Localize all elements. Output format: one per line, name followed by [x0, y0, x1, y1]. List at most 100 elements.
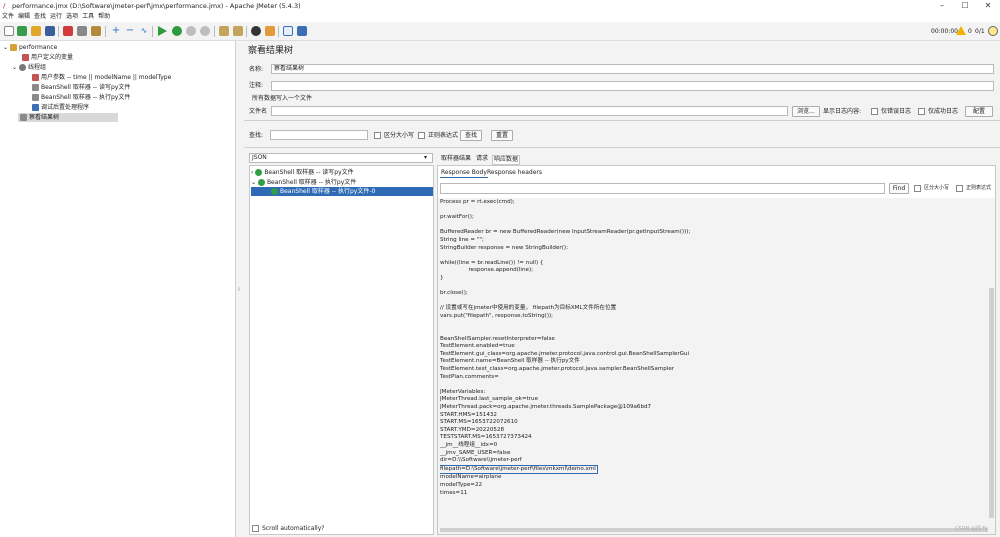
tree-node-beanshell-rw[interactable]: BeanShell 取样器 -- 读写py文件 [32, 83, 130, 92]
renderer-select[interactable]: JSON [249, 153, 433, 163]
code-line: START.MS=1653722072610 [440, 419, 518, 426]
tree-node-thread-group[interactable]: ⌄ 线程组 [12, 63, 46, 72]
browse-button[interactable]: 浏览... [792, 106, 820, 117]
warning-icon[interactable] [956, 26, 966, 35]
tree-node-user-params[interactable]: 用户参数 -- time || modelName || modelType [32, 73, 171, 82]
start-icon[interactable] [158, 26, 167, 36]
menu-options[interactable]: 选项 [64, 12, 80, 22]
jmeter-logo-icon: / [3, 2, 6, 10]
minimize-button[interactable]: – [932, 0, 952, 12]
filename-label: 文件名 [249, 108, 268, 115]
tree-node-debug-postprocessor[interactable]: 调试后置处理程序 [32, 103, 89, 112]
chevron-down-icon[interactable]: ⌄ [12, 64, 19, 71]
reset-button[interactable]: 重置 [491, 130, 513, 141]
maximize-button[interactable]: ☐ [955, 0, 975, 12]
paste-icon[interactable] [91, 26, 101, 36]
search-label: 查找: [249, 132, 264, 139]
code-line: modelName=airplane [440, 474, 502, 481]
result-item-selected[interactable]: BeanShell 取样器 -- 执行py文件-0 [251, 187, 433, 196]
horizontal-scrollbar[interactable] [440, 528, 988, 532]
comment-field[interactable] [271, 81, 994, 91]
view-results-panel: 察看结果树 名称: 察看结果树 注释: 所有数据写入一个文件 文件名 浏览...… [244, 41, 1000, 537]
menu-run[interactable]: 运行 [48, 12, 64, 22]
templates-icon[interactable] [17, 26, 27, 36]
vertical-scrollbar[interactable] [989, 288, 994, 518]
chevron-down-icon[interactable]: ▾ [424, 154, 427, 161]
collapse-icon[interactable]: − [125, 26, 135, 36]
title-bar: / performance.jmx (D:\Software\jmeter-pe… [0, 0, 1000, 12]
case-sensitive-checkbox[interactable] [374, 132, 381, 139]
stop-icon[interactable] [186, 26, 196, 36]
splitter[interactable]: ⁞ [236, 41, 244, 537]
menu-edit[interactable]: 编辑 [16, 12, 32, 22]
sampler-icon [32, 84, 39, 91]
comment-label: 注释: [249, 82, 264, 89]
name-field[interactable]: 察看结果树 [271, 64, 994, 74]
test-plan-tree: ⌄ performance 用户定义的变量 ⌄ 线程组 用户参数 -- time… [0, 41, 236, 537]
tab-sampler-result[interactable]: 取样器结果 [440, 155, 472, 163]
code-line: modelType=22 [440, 481, 483, 488]
tab-response-data[interactable]: 响应数据 [492, 155, 521, 165]
result-item[interactable]: ⌄ BeanShell 取样器 -- 执行py文件 [251, 178, 356, 187]
success-only-checkbox[interactable] [918, 108, 925, 115]
tab-request[interactable]: 请求 [475, 155, 489, 163]
code-line: TestElement.test_class=org.apache.jmeter… [440, 366, 675, 373]
help-icon[interactable] [297, 26, 307, 36]
chevron-down-icon[interactable]: ⌄ [3, 44, 10, 51]
response-find-button[interactable]: Find [889, 183, 909, 194]
response-panel: Response Body Response headers Find 区分大小… [437, 165, 996, 535]
close-button[interactable]: ✕ [978, 0, 998, 12]
postprocessor-icon [32, 104, 39, 111]
configure-button[interactable]: 配置 [965, 106, 993, 117]
errors-only-checkbox[interactable] [871, 108, 878, 115]
scroll-auto-checkbox[interactable] [252, 525, 259, 532]
cut-icon[interactable] [63, 26, 73, 36]
page-title: 察看结果树 [248, 46, 294, 56]
open-icon[interactable] [31, 26, 41, 36]
errors-only-label: 仅错误日志 [881, 108, 912, 115]
response-case-checkbox[interactable] [914, 185, 921, 192]
clear-icon[interactable] [219, 26, 229, 36]
menu-search[interactable]: 查找 [32, 12, 48, 22]
response-regex-checkbox[interactable] [956, 185, 963, 192]
toggle-icon[interactable]: ∿ [139, 26, 149, 36]
scroll-auto-label: Scroll automatically? [262, 525, 325, 532]
response-text: Process pr = rt.exec(cmd); pr.waitFor();… [440, 199, 790, 517]
code-line: times=11 [440, 489, 468, 496]
copy-icon[interactable] [77, 26, 87, 36]
filename-field[interactable] [271, 106, 788, 116]
save-icon[interactable] [45, 26, 55, 36]
success-icon [255, 169, 263, 176]
find-button[interactable]: 查找 [460, 130, 482, 141]
expand-icon[interactable]: + [111, 26, 121, 36]
menu-help[interactable]: 帮助 [96, 12, 112, 22]
menu-file[interactable]: 文件 [0, 12, 16, 22]
result-item[interactable]: › BeanShell 取样器 -- 读写py文件 [251, 168, 354, 177]
shutdown-icon[interactable] [200, 26, 210, 36]
regex-checkbox[interactable] [418, 132, 425, 139]
tree-node-beanshell-exec[interactable]: BeanShell 取样器 -- 执行py文件 [32, 93, 130, 102]
chevron-down-icon[interactable]: ⌄ [251, 179, 258, 186]
tree-node-user-vars[interactable]: 用户定义的变量 [22, 53, 73, 62]
function-helper-icon[interactable] [283, 26, 293, 36]
binoculars-icon[interactable] [251, 26, 261, 36]
reset-search-icon[interactable] [265, 26, 275, 36]
tab-response-headers[interactable]: Response headers [486, 169, 543, 177]
tree-node-view-results[interactable]: 察看结果树 [18, 113, 118, 122]
response-case-label: 区分大小写 [924, 185, 950, 191]
response-body: Process pr = rt.exec(cmd); pr.waitFor();… [438, 198, 995, 534]
code-line: while((line = br.readLine()) != null) { [440, 259, 544, 266]
tab-response-body[interactable]: Response Body [440, 169, 488, 178]
clear-all-icon[interactable] [233, 26, 243, 36]
tree-node-root[interactable]: ⌄ performance [3, 43, 57, 52]
splitter-grip-icon[interactable]: ⁞ [238, 286, 240, 293]
new-icon[interactable] [4, 26, 14, 36]
menu-tools[interactable]: 工具 [80, 12, 96, 22]
search-input[interactable] [270, 130, 368, 140]
code-line: __jm__线程组__idx=0 [440, 442, 498, 448]
response-search-input[interactable] [440, 183, 885, 194]
start-no-pause-icon[interactable] [172, 26, 182, 36]
